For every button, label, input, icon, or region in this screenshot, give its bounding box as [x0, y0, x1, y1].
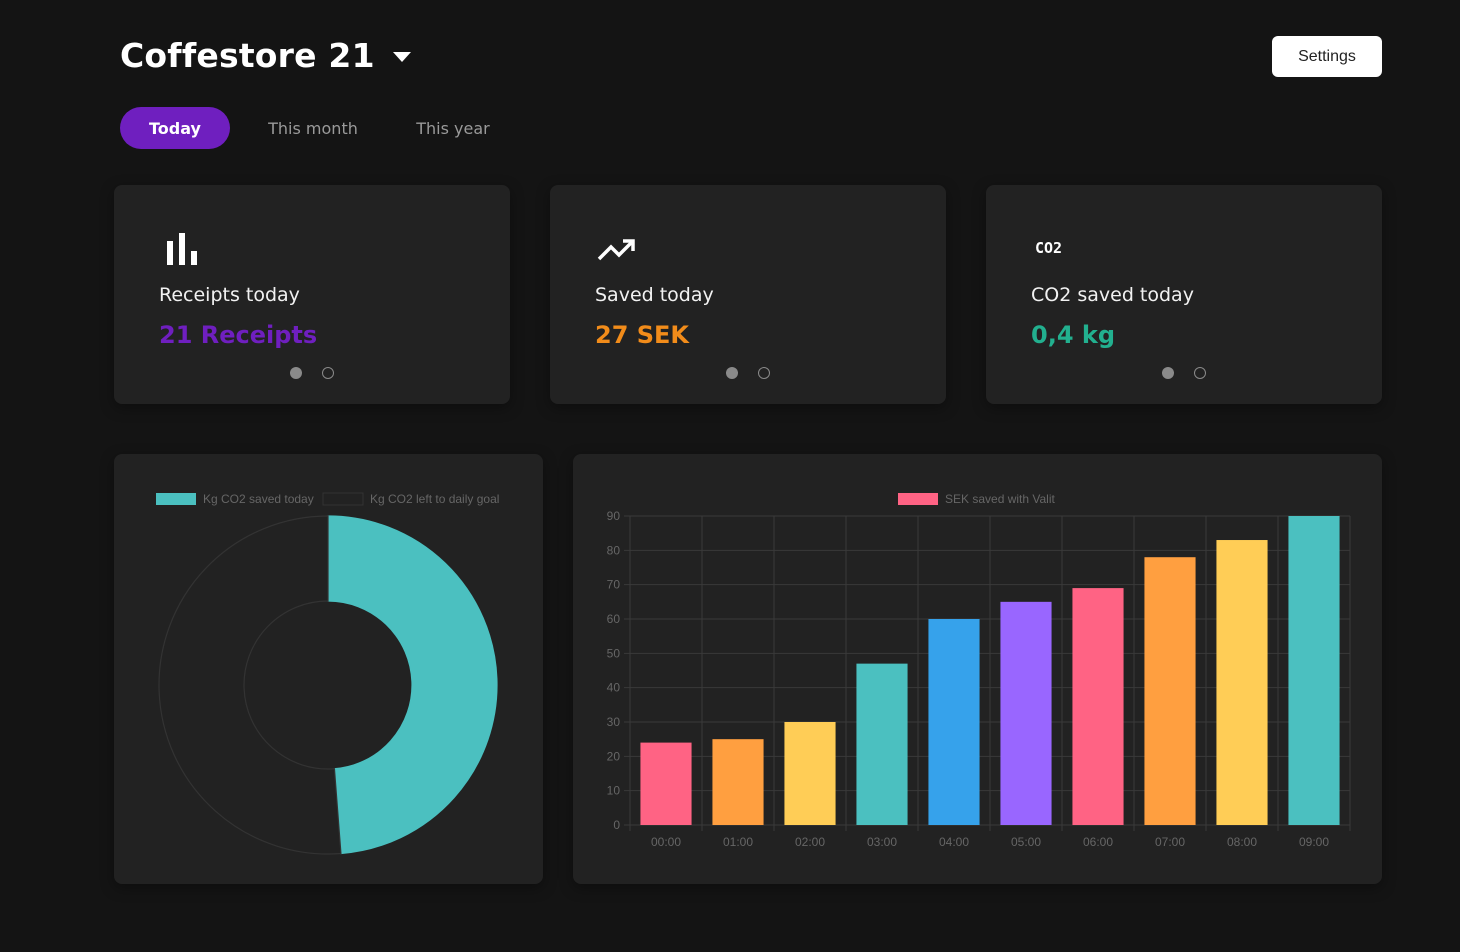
- carousel-dot[interactable]: [1162, 367, 1174, 379]
- bar-04:00[interactable]: [928, 619, 980, 825]
- x-tick-label: 08:00: [1227, 835, 1257, 849]
- y-tick-label: 30: [607, 715, 621, 729]
- carousel-dots: [114, 367, 510, 379]
- bar-07:00[interactable]: [1144, 557, 1196, 825]
- y-tick-label: 80: [607, 543, 621, 557]
- receipts-card: Receipts today 21 Receipts: [114, 185, 510, 404]
- bar-09:00[interactable]: [1288, 516, 1340, 825]
- bar-legend: SEK saved with Valit: [898, 492, 1055, 506]
- legend-swatch-left: [322, 492, 364, 506]
- page-title: Coffestore 21: [120, 36, 375, 75]
- co2-card: CO2 CO2 saved today 0,4 kg: [986, 185, 1382, 404]
- tab-today[interactable]: Today: [120, 107, 230, 149]
- bar-01:00[interactable]: [712, 739, 764, 825]
- co2-icon-text: CO2: [1035, 239, 1062, 257]
- y-tick-label: 0: [613, 818, 620, 832]
- y-tick-label: 20: [607, 749, 621, 763]
- doughnut-legend: Kg CO2 saved today Kg CO2 left to daily …: [156, 492, 499, 506]
- y-tick-label: 60: [607, 612, 621, 626]
- tab-this-month[interactable]: This month: [243, 107, 383, 149]
- x-tick-label: 03:00: [867, 835, 897, 849]
- x-tick-label: 09:00: [1299, 835, 1329, 849]
- card-label: Saved today: [595, 284, 714, 306]
- doughnut-arcs: [158, 515, 498, 855]
- y-tick-label: 50: [607, 646, 621, 660]
- bar-02:00[interactable]: [784, 722, 836, 825]
- card-label: CO2 saved today: [1031, 284, 1194, 306]
- bar-03:00[interactable]: [856, 663, 908, 825]
- x-tick-label: 05:00: [1011, 835, 1041, 849]
- doughnut-slice-left[interactable]: [158, 515, 342, 855]
- doughnut-slice-saved[interactable]: [327, 515, 498, 855]
- y-tick-label: 70: [607, 578, 621, 592]
- bar-06:00[interactable]: [1072, 588, 1124, 825]
- x-tick-label: 01:00: [723, 835, 753, 849]
- legend-swatch-sek: [898, 493, 938, 505]
- legend-label-left: Kg CO2 left to daily goal: [370, 492, 499, 506]
- saved-card: Saved today 27 SEK: [550, 185, 946, 404]
- card-label: Receipts today: [159, 284, 300, 306]
- store-selector[interactable]: Coffestore 21: [120, 36, 411, 75]
- card-value: 21 Receipts: [159, 321, 318, 349]
- co2-doughnut-chart: Kg CO2 saved today Kg CO2 left to daily …: [156, 492, 499, 855]
- carousel-dot[interactable]: [1194, 367, 1206, 379]
- settings-button[interactable]: Settings: [1272, 36, 1382, 77]
- carousel-dot[interactable]: [322, 367, 334, 379]
- legend-label-sek: SEK saved with Valit: [945, 492, 1055, 506]
- carousel-dot[interactable]: [290, 367, 302, 379]
- bar-08:00[interactable]: [1216, 540, 1268, 825]
- card-value: 27 SEK: [595, 321, 690, 349]
- y-tick-label: 90: [607, 509, 621, 523]
- x-tick-label: 04:00: [939, 835, 969, 849]
- tab-this-year[interactable]: This year: [383, 107, 523, 149]
- bar-00:00[interactable]: [640, 742, 692, 825]
- x-tick-label: 00:00: [651, 835, 681, 849]
- x-tick-label: 02:00: [795, 835, 825, 849]
- card-value: 0,4 kg: [1031, 321, 1116, 349]
- x-tick-label: 06:00: [1083, 835, 1113, 849]
- y-tick-label: 40: [607, 681, 621, 695]
- legend-swatch-saved: [156, 493, 196, 505]
- y-tick-label: 10: [607, 784, 621, 798]
- sek-bar-panel: SEK saved with Valit 0 10 20 30 40 50 60 70 80 90…: [573, 454, 1382, 884]
- sek-bar-chart: SEK saved with Valit 0 10 20 30 40 50 60 70 80 90…: [607, 492, 1351, 849]
- x-tick-label: 07:00: [1155, 835, 1185, 849]
- trending-up-icon: [597, 239, 635, 261]
- carousel-dots: [986, 367, 1382, 379]
- carousel-dots: [550, 367, 946, 379]
- period-tabs: Today This month This year: [120, 107, 523, 149]
- co2-icon: CO2: [1035, 239, 1062, 257]
- co2-doughnut-panel: Kg CO2 saved today Kg CO2 left to daily …: [114, 454, 543, 884]
- legend-label-saved: Kg CO2 saved today: [203, 492, 314, 506]
- carousel-dot[interactable]: [726, 367, 738, 379]
- bar-05:00[interactable]: [1000, 601, 1052, 825]
- carousel-dot[interactable]: [758, 367, 770, 379]
- bar-chart-icon: [167, 233, 197, 265]
- chevron-down-icon[interactable]: [392, 51, 411, 62]
